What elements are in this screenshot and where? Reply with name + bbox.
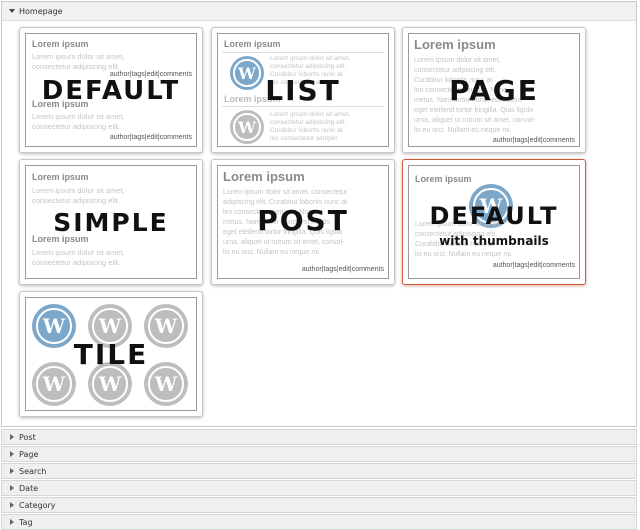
preview-text: consectetur adipiscing elit. <box>32 258 120 267</box>
accordion-label: Page <box>19 449 39 459</box>
preview-text: lis eu orci. Nullam eu neque mi. <box>223 249 321 256</box>
homepage-panel-title: Homepage <box>19 6 63 16</box>
caret-right-icon <box>10 485 14 491</box>
layout-label: PAGE <box>449 74 539 107</box>
preview-heading: Lorem ipsum <box>32 39 89 49</box>
preview-meta: author|tags|edit|comments <box>109 134 192 141</box>
divider <box>222 52 384 53</box>
accordion-date[interactable]: Date <box>1 480 637 496</box>
preview-heading: Lorem ipsum <box>32 172 89 182</box>
preview-heading: Lorem ipsum <box>414 37 496 52</box>
preview-heading: Lorem ipsum <box>223 169 305 184</box>
preview-text: leo consectetur semper. <box>270 135 340 142</box>
accordion-label: Tag <box>19 517 33 527</box>
accordion-label: Post <box>19 432 36 442</box>
layout-option-list[interactable]: Lorem ipsum W Lorem ipsum dolor sit amet… <box>211 27 395 153</box>
layout-option-default-thumbnails[interactable]: Lorem ipsum W Lorem ipsum dolor sit amet… <box>402 159 586 285</box>
preview-text: Lorem ipsum dolor sit amet, <box>32 186 125 195</box>
layout-option-default[interactable]: Lorem ipsum Lorem ipsum dolor sit amet, … <box>19 27 203 153</box>
preview-text: eget eleifend tortor fringilla. Quis lig… <box>414 107 534 114</box>
preview-meta: author|tags|edit|comments <box>492 137 575 144</box>
accordion-category[interactable]: Category <box>1 497 637 513</box>
layout-option-tile[interactable]: W W W W W W TILE <box>19 291 203 417</box>
accordion-page[interactable]: Page <box>1 446 637 462</box>
layout-sublabel: with thumbnails <box>439 234 549 248</box>
layout-label: TILE <box>73 338 149 371</box>
caret-right-icon <box>10 434 14 440</box>
preview-heading: Lorem ipsum <box>415 174 472 184</box>
layout-label: LIST <box>265 74 341 107</box>
preview-text: urna, aliquet ut rutrum sit amet, conval… <box>414 117 536 124</box>
layout-option-page[interactable]: Lorem ipsum Lorem ipsum dolor sit amet, … <box>402 27 586 153</box>
caret-right-icon <box>10 468 14 474</box>
preview-meta: author|tags|edit|comments <box>301 266 384 273</box>
accordion-tag[interactable]: Tag <box>1 514 637 530</box>
caret-right-icon <box>10 519 14 525</box>
homepage-panel: Homepage Lorem ipsum Lorem ipsum dolor s… <box>1 1 637 427</box>
preview-text: consectetur adipiscing elit. <box>32 62 120 71</box>
layout-option-post[interactable]: Lorem ipsum Lorem ipsum dolor sit amet, … <box>211 159 395 285</box>
caret-down-icon <box>9 9 15 13</box>
preview-text: Lorem ipsum dolor sit amet, <box>32 248 125 257</box>
accordion-label: Category <box>19 500 56 510</box>
accordion-label: Date <box>19 483 39 493</box>
layout-label: DEFAULT <box>41 76 181 106</box>
homepage-panel-header[interactable]: Homepage <box>2 2 636 21</box>
layout-label: POST <box>257 204 349 237</box>
preview-text: consectetur adipiscing elit. <box>32 122 120 131</box>
caret-right-icon <box>10 451 14 457</box>
preview-text: Lorem ipsum dolor sit amet, consectetur <box>223 189 348 196</box>
preview-meta: author|tags|edit|comments <box>492 262 575 269</box>
preview-text: Lorem ipsum dolor sit amet, <box>32 52 125 61</box>
layout-option-simple[interactable]: Lorem ipsum Lorem ipsum dolor sit amet, … <box>19 159 203 285</box>
preview-text: lis eu orci. Nullam eu neque mi. <box>415 251 513 258</box>
accordion-post[interactable]: Post <box>1 429 637 445</box>
accordion-label: Search <box>19 466 47 476</box>
wordpress-icon: W <box>230 110 264 144</box>
accordion-search[interactable]: Search <box>1 463 637 479</box>
preview-text: lis eu orci. Nullam eu neque mi. <box>414 127 512 134</box>
preview-text: Lorem ipsum dolor sit amet, <box>32 112 125 121</box>
preview-heading: Lorem ipsum <box>224 39 281 49</box>
layout-label: DEFAULT <box>429 202 559 230</box>
preview-text: consectetur adipiscing elit. <box>32 196 120 205</box>
preview-text: Lorem ipsum dolor sit amet, <box>414 57 501 64</box>
caret-right-icon <box>10 502 14 508</box>
layout-label: SIMPLE <box>53 208 169 237</box>
preview-text: urna, aliquet ut rutrum sit amet, conval… <box>223 239 345 246</box>
